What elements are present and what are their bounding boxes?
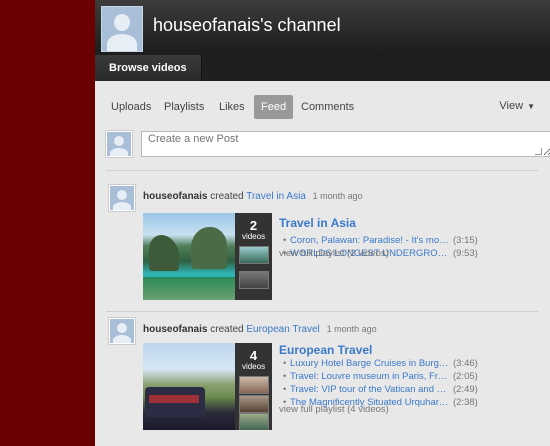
create-post-input[interactable]	[141, 131, 550, 157]
video-duration: (2:05)	[453, 371, 478, 382]
create-post-row	[106, 131, 550, 157]
list-item[interactable]: • Luxury Hotel Barge Cruises in Burgund.…	[279, 357, 534, 370]
bullet-icon: •	[283, 384, 287, 395]
feed-timestamp: 1 month ago	[312, 191, 363, 201]
resize-handle-icon[interactable]	[535, 148, 542, 155]
video-title[interactable]: Luxury Hotel Barge Cruises in Burgund...	[290, 357, 450, 370]
channel-title: houseofanais's channel	[153, 15, 341, 35]
feed-item-header: houseofanais created Travel in Asia 1 mo…	[143, 191, 363, 202]
feed-playlist-link[interactable]: European Travel	[246, 324, 319, 335]
thumbnail-image	[143, 343, 235, 430]
feed-action: created	[210, 324, 244, 335]
playlist-title[interactable]: European Travel	[279, 343, 372, 357]
video-title[interactable]: Coron, Palawan: Paradise! - It's more fu…	[290, 234, 450, 247]
feed-item: houseofanais created Travel in Asia 1 mo…	[106, 185, 538, 300]
channel-avatar[interactable]	[101, 6, 143, 52]
video-duration: (9:53)	[453, 248, 478, 259]
tab-uploads[interactable]: Uploads	[111, 95, 151, 119]
playlist-count-panel: 4 videos	[235, 343, 272, 430]
feed-action: created	[210, 191, 244, 202]
playlist-thumbnail[interactable]: 2 videos	[143, 213, 272, 300]
bullet-icon: •	[283, 371, 287, 382]
tab-playlists[interactable]: Playlists	[164, 95, 204, 119]
feed-item: houseofanais created European Travel 1 m…	[106, 318, 538, 443]
playlist-title[interactable]: Travel in Asia	[279, 216, 356, 230]
list-item[interactable]: • Coron, Palawan: Paradise! - It's more …	[279, 234, 534, 247]
mini-thumbnail	[239, 271, 269, 289]
feed-item-header: houseofanais created European Travel 1 m…	[143, 324, 377, 335]
playlist-count: 4	[249, 348, 258, 363]
browse-videos-button[interactable]: Browse videos	[95, 55, 202, 81]
video-title[interactable]: Travel: Louvre museum in Paris, France	[290, 370, 450, 383]
mini-thumbnail	[239, 246, 269, 264]
bullet-icon: •	[283, 235, 287, 246]
user-avatar[interactable]	[109, 318, 135, 344]
video-duration: (2:38)	[453, 397, 478, 408]
channel-tabs: Uploads Playlists Likes Feed Comments Vi…	[105, 95, 545, 119]
feed-timestamp: 1 month ago	[326, 324, 377, 334]
tab-comments[interactable]: Comments	[301, 95, 354, 119]
mini-thumbnail	[239, 376, 269, 394]
mini-thumbnail	[239, 395, 269, 413]
video-duration: (2:49)	[453, 384, 478, 395]
divider	[106, 311, 538, 312]
feed-user[interactable]: houseofanais	[143, 324, 207, 335]
channel-header: houseofanais's channel	[95, 0, 550, 55]
video-title[interactable]: Travel: VIP tour of the Vatican and Vati…	[290, 383, 450, 396]
tab-feed[interactable]: Feed	[254, 95, 294, 119]
video-duration: (3:46)	[453, 358, 478, 369]
view-full-playlist-link[interactable]: view full playlist (4 videos)	[279, 404, 389, 415]
user-avatar	[106, 131, 132, 157]
playlist-count-panel: 2 videos	[235, 213, 272, 300]
divider	[106, 170, 538, 171]
mini-thumbnail	[239, 413, 269, 430]
list-item[interactable]: • Travel: Louvre museum in Paris, France…	[279, 370, 534, 383]
playlist-count: 2	[249, 218, 258, 233]
view-full-playlist-link[interactable]: view full playlist (2 videos)	[279, 248, 389, 259]
view-dropdown[interactable]: View ▼	[499, 95, 535, 118]
user-avatar[interactable]	[109, 185, 135, 211]
playlist-thumbnail[interactable]: 4 videos	[143, 343, 272, 430]
playlist-video-list: • Luxury Hotel Barge Cruises in Burgund.…	[279, 357, 534, 409]
view-label: View	[499, 100, 524, 112]
thumbnail-image	[143, 213, 235, 300]
playlist-count-label: videos	[241, 362, 266, 371]
list-item[interactable]: • Travel: VIP tour of the Vatican and Va…	[279, 383, 534, 396]
feed-user[interactable]: houseofanais	[143, 191, 207, 202]
bullet-icon: •	[283, 358, 287, 369]
video-duration: (3:15)	[453, 235, 478, 246]
channel-navbar: Browse videos	[95, 55, 550, 81]
channel-page: houseofanais's channel Browse videos Upl…	[95, 0, 550, 446]
feed-playlist-link[interactable]: Travel in Asia	[246, 191, 306, 202]
playlist-count-label: videos	[241, 232, 266, 241]
tab-likes[interactable]: Likes	[219, 95, 245, 119]
caret-down-icon: ▼	[527, 102, 535, 111]
